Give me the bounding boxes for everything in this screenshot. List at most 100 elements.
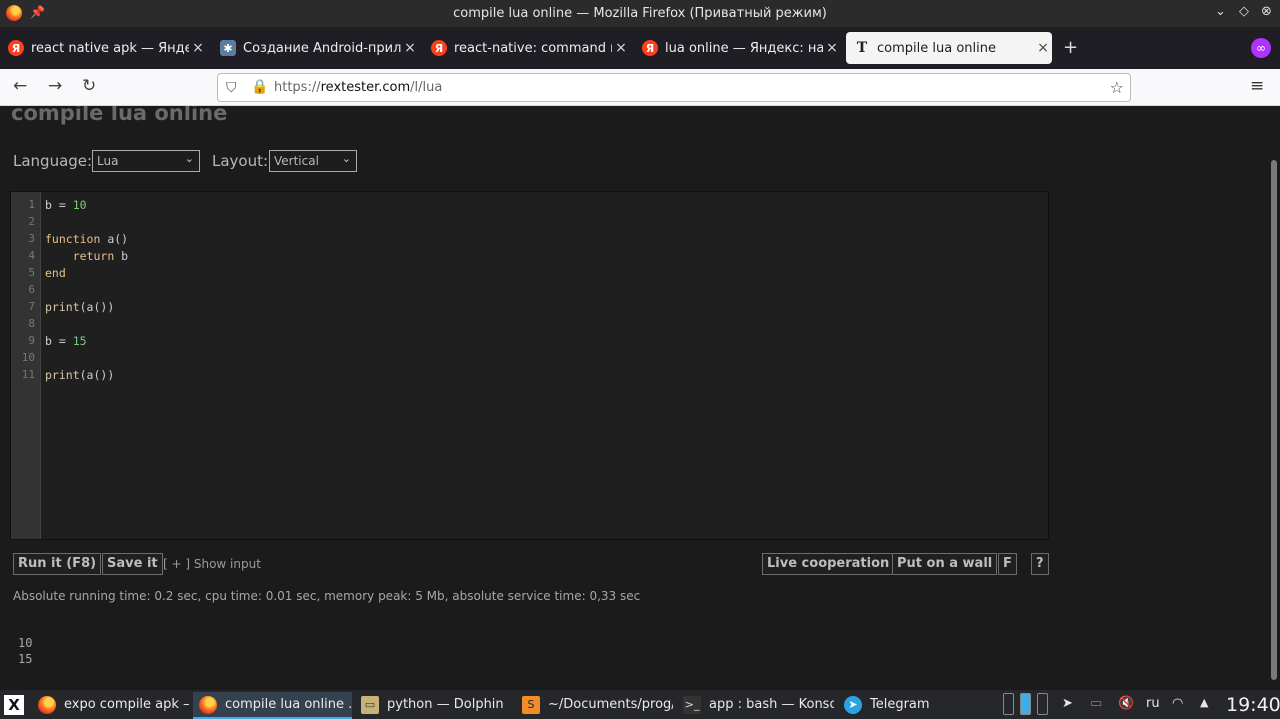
close-tab-icon[interactable]: × bbox=[401, 40, 419, 56]
back-button[interactable]: ← bbox=[13, 76, 27, 96]
url-path: /l/lua bbox=[410, 80, 443, 95]
code-line[interactable]: print(a()) bbox=[45, 300, 114, 314]
chevron-down-icon: ⌄ bbox=[184, 152, 194, 165]
private-browsing-icon: ∞ bbox=[1251, 38, 1271, 58]
terminal-icon: >_ bbox=[683, 695, 701, 714]
line-number: 3 bbox=[28, 232, 35, 245]
firefox-icon bbox=[38, 695, 56, 714]
t-icon: T bbox=[856, 40, 868, 56]
minimize-chevron-icon[interactable]: ⌄ bbox=[1215, 4, 1226, 19]
save-button[interactable]: Save it bbox=[102, 553, 163, 575]
line-number: 6 bbox=[28, 283, 35, 296]
line-number: 7 bbox=[28, 300, 35, 313]
wifi-icon[interactable]: ◠ bbox=[1172, 696, 1183, 711]
line-number: 11 bbox=[21, 368, 35, 381]
line-number: 4 bbox=[28, 249, 35, 262]
battery-icon[interactable]: ▭ bbox=[1090, 696, 1102, 711]
layout-select-value: Vertical bbox=[274, 154, 319, 168]
output-line: 15 bbox=[18, 652, 33, 666]
tab-label: compile lua online bbox=[877, 40, 996, 56]
task-label: expo compile apk — ... bbox=[64, 697, 189, 712]
hamburger-menu-icon[interactable]: ≡ bbox=[1250, 76, 1264, 96]
lock-icon[interactable]: 🔒 bbox=[251, 79, 268, 95]
line-number: 9 bbox=[28, 334, 35, 347]
task-sublime[interactable]: S ~/Documents/prog/... bbox=[516, 692, 673, 719]
show-input-link[interactable]: [ + ] Show input bbox=[163, 557, 261, 571]
yandex-icon: Я bbox=[642, 40, 658, 56]
url-bar[interactable]: ⛉ 🔒 https://rextester.com/l/lua ☆ bbox=[217, 73, 1131, 102]
help-button[interactable]: ? bbox=[1031, 553, 1049, 575]
code-line[interactable]: function a() bbox=[45, 232, 128, 246]
code-line[interactable]: return b bbox=[45, 249, 128, 263]
bookmark-star-icon[interactable]: ☆ bbox=[1110, 78, 1124, 97]
code-line[interactable]: b = 15 bbox=[45, 334, 87, 348]
tab-react-native-apk[interactable]: Я react native apk — Яндекс: н × bbox=[0, 32, 207, 64]
language-label: Language: bbox=[13, 152, 93, 170]
chevron-down-icon: ⌄ bbox=[341, 152, 351, 165]
page-scrollbar[interactable] bbox=[1268, 106, 1280, 690]
navigation-toolbar: ← → ↻ ⛉ 🔒 https://rextester.com/l/lua ☆ … bbox=[0, 69, 1280, 106]
clock[interactable]: 19:40 bbox=[1226, 694, 1280, 716]
window-titlebar: 📌 compile lua online — Mozilla Firefox (… bbox=[0, 0, 1280, 27]
close-tab-icon[interactable]: × bbox=[823, 40, 841, 56]
tab-android-app[interactable]: ✱ Создание Android-приложени × bbox=[212, 32, 419, 64]
desktop-pager-1[interactable] bbox=[1003, 693, 1014, 715]
language-select[interactable]: Lua ⌄ bbox=[92, 150, 200, 172]
line-number-gutter: 1 2 3 4 5 6 7 8 9 10 11 bbox=[11, 192, 41, 539]
maximize-icon[interactable]: ◇ bbox=[1239, 4, 1249, 19]
telegram-tray-icon[interactable]: ➤ bbox=[1062, 696, 1073, 711]
tab-compile-lua-online[interactable]: T compile lua online × bbox=[846, 32, 1052, 64]
url-text[interactable]: https://rextester.com/l/lua bbox=[274, 80, 442, 95]
code-line[interactable]: print(a()) bbox=[45, 368, 114, 382]
tab-react-native-command[interactable]: Я react-native: command not fo × bbox=[423, 32, 630, 64]
url-domain: rextester.com bbox=[320, 80, 411, 95]
reload-button[interactable]: ↻ bbox=[82, 76, 96, 96]
tab-label: react native apk — Яндекс: н bbox=[31, 40, 189, 56]
firefox-icon bbox=[199, 695, 217, 714]
task-label: compile lua online ... bbox=[225, 697, 352, 712]
scrollbar-thumb[interactable] bbox=[1271, 160, 1277, 680]
layout-select[interactable]: Vertical ⌄ bbox=[269, 150, 357, 172]
close-tab-icon[interactable]: × bbox=[189, 40, 207, 56]
output-line: 10 bbox=[18, 636, 33, 650]
url-prefix: https:// bbox=[274, 80, 321, 95]
run-button[interactable]: Run it (F8) bbox=[13, 553, 102, 575]
task-dolphin[interactable]: ▭ python — Dolphin bbox=[355, 692, 512, 719]
page-content: compile lua online Language: Lua ⌄ Layou… bbox=[0, 106, 1280, 690]
task-telegram[interactable]: ➤ Telegram bbox=[838, 692, 995, 719]
desktop-pager-2[interactable] bbox=[1020, 693, 1031, 715]
close-tab-icon[interactable]: × bbox=[612, 40, 630, 56]
code-line[interactable]: end bbox=[45, 266, 66, 280]
app-launcher-icon[interactable]: X bbox=[4, 695, 24, 715]
run-stats: Absolute running time: 0.2 sec, cpu time… bbox=[13, 589, 641, 603]
task-label: app : bash — Konsole bbox=[709, 697, 834, 712]
put-on-wall-button[interactable]: Put on a wall bbox=[892, 553, 998, 575]
code-editor[interactable]: 1 2 3 4 5 6 7 8 9 10 11 b = 10 function a… bbox=[10, 191, 1049, 540]
language-select-value: Lua bbox=[97, 154, 119, 168]
close-window-icon[interactable]: ⊗ bbox=[1261, 4, 1272, 19]
line-number: 10 bbox=[21, 351, 35, 364]
live-cooperation-button[interactable]: Live cooperation bbox=[762, 553, 895, 575]
task-compile-lua[interactable]: compile lua online ... bbox=[193, 692, 352, 719]
task-label: python — Dolphin bbox=[387, 697, 504, 712]
task-label: ~/Documents/prog/... bbox=[548, 697, 673, 712]
volume-muted-icon[interactable]: 🔇 bbox=[1118, 696, 1134, 711]
gear-icon: ✱ bbox=[220, 40, 236, 56]
folder-icon: ▭ bbox=[361, 695, 379, 714]
code-line[interactable]: b = 10 bbox=[45, 198, 87, 212]
task-expo-compile[interactable]: expo compile apk — ... bbox=[32, 692, 189, 719]
line-number: 8 bbox=[28, 317, 35, 330]
yandex-icon: Я bbox=[8, 40, 24, 56]
close-tab-icon[interactable]: × bbox=[1034, 40, 1052, 56]
keyboard-layout[interactable]: ru bbox=[1146, 696, 1160, 711]
sublime-text-icon: S bbox=[522, 695, 540, 714]
shield-icon[interactable]: ⛉ bbox=[226, 80, 237, 96]
task-konsole[interactable]: >_ app : bash — Konsole bbox=[677, 692, 834, 719]
desktop-pager-3[interactable] bbox=[1037, 693, 1048, 715]
tab-lua-online-yandex[interactable]: Я lua online — Яндекс: нашлось × bbox=[634, 32, 841, 64]
f-button[interactable]: F bbox=[998, 553, 1017, 575]
tab-label: lua online — Яндекс: нашлось bbox=[665, 40, 823, 56]
forward-button[interactable]: → bbox=[48, 76, 62, 96]
new-tab-button[interactable]: + bbox=[1063, 37, 1078, 58]
tray-expand-icon[interactable]: ▲ bbox=[1200, 696, 1208, 709]
